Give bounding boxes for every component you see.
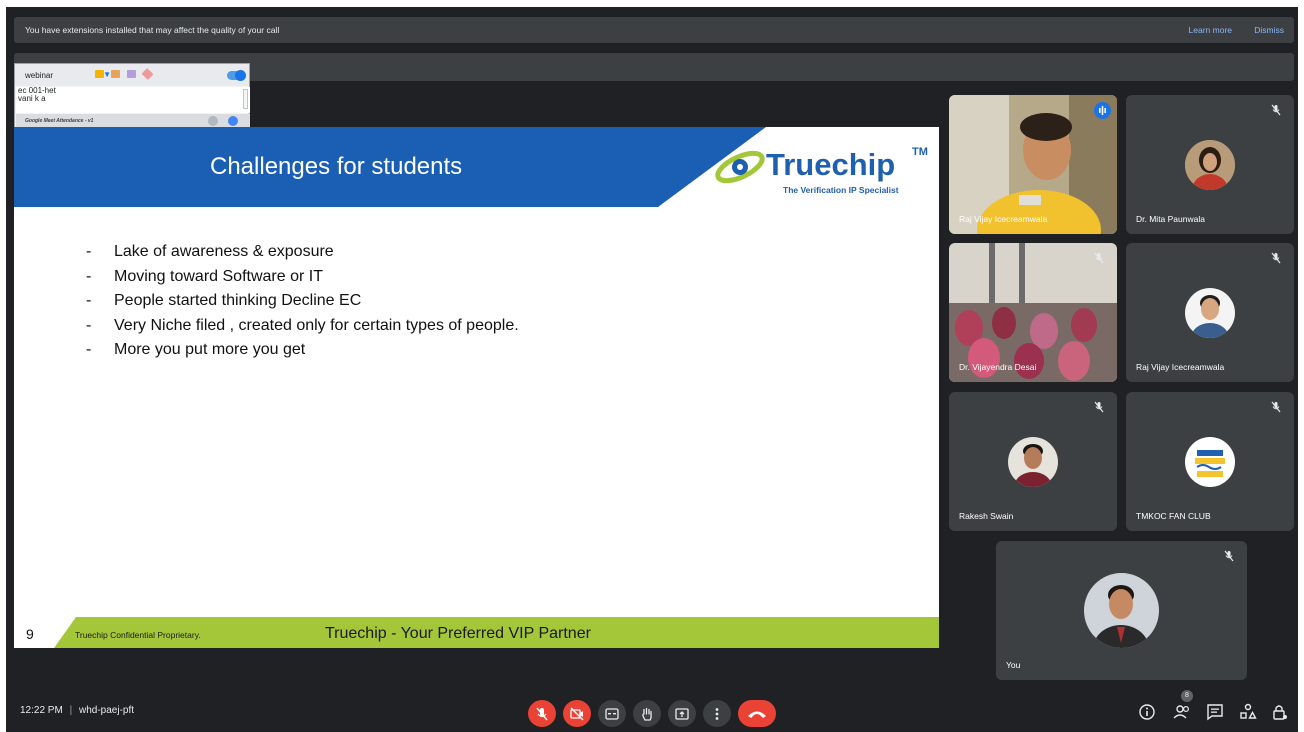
bullet-item: - People started thinking Decline EC — [86, 292, 362, 309]
logo-trademark: TM — [912, 146, 928, 158]
presentation-slide: Truechip TM The Verification IP Speciali… — [14, 127, 939, 648]
participant-name: Dr. Vijayendra Desai — [959, 362, 1037, 372]
attendance-entry: vani k a — [18, 94, 46, 103]
bullet-list: - Lake of awareness & exposure - Moving to… — [86, 240, 519, 363]
extension-warning-banner: You have extensions installed that may a… — [14, 17, 1294, 43]
more-options-button[interactable] — [703, 700, 731, 727]
people-button[interactable] — [1172, 702, 1192, 722]
slide-title: Challenges for students — [210, 153, 463, 180]
participant-tile[interactable]: Raj Vijay Icecreamwala — [949, 95, 1117, 234]
bullet-item: - Lake of awareness & exposure — [86, 243, 334, 260]
chat-icon — [1207, 704, 1223, 721]
participant-name: You — [1006, 660, 1021, 670]
meeting-info: 12:22 PM | whd-paej-pft — [20, 705, 134, 716]
confidential-notice: Truechip Confidential Proprietary. — [75, 630, 201, 640]
speaking-indicator-icon — [1094, 102, 1111, 119]
mic-off-icon — [1271, 252, 1281, 264]
attendance-extension-panel: webinar ▼ ec 001-het vani k a Google Mee… — [14, 63, 250, 129]
participant-name: Raj Vijay Icecreamwala — [1136, 362, 1225, 372]
self-tile[interactable]: You — [996, 541, 1247, 680]
participant-name: Raj Vijay Icecreamwala — [959, 214, 1048, 224]
mic-off-icon — [1094, 252, 1104, 264]
captions-button[interactable] — [598, 700, 626, 727]
lock-person-icon — [1273, 705, 1287, 720]
slide-header: Truechip TM The Verification IP Speciali… — [14, 127, 939, 207]
session-dropdown-value: webinar — [25, 71, 54, 80]
extension-footer: Google Meet Attendance - v1 — [16, 114, 250, 128]
bullet-item: - Very Niche filed , created only for cer… — [86, 316, 519, 334]
people-icon — [1173, 705, 1190, 719]
present-icon — [675, 708, 689, 720]
help-icon[interactable] — [228, 116, 238, 126]
export-icon[interactable] — [127, 70, 136, 78]
dismiss-button[interactable]: Dismiss — [1254, 25, 1284, 35]
meeting-details-button[interactable] — [1137, 702, 1157, 722]
hand-icon — [642, 707, 652, 721]
avatar — [1084, 573, 1159, 648]
banner-text: You have extensions installed that may a… — [25, 25, 280, 35]
tracking-toggle[interactable] — [227, 70, 246, 81]
chevron-down-icon: ▼ — [103, 70, 111, 79]
avatar — [1185, 140, 1235, 190]
chat-button[interactable] — [1205, 702, 1225, 722]
clear-icon[interactable] — [141, 67, 154, 81]
slide-tagline: Truechip - Your Preferred VIP Partner — [325, 625, 591, 642]
present-screen-button[interactable] — [668, 700, 696, 727]
leave-call-button[interactable] — [738, 700, 776, 727]
slide-page-number: 9 — [26, 626, 34, 642]
participant-name: Rakesh Swain — [959, 511, 1014, 521]
mic-off-icon — [1271, 401, 1281, 413]
meeting-code: whd-paej-pft — [78, 705, 135, 716]
microphone-button[interactable] — [528, 700, 556, 727]
activities-button[interactable] — [1238, 702, 1258, 722]
participant-tile[interactable]: Rakesh Swain — [949, 392, 1117, 531]
hang-up-icon — [748, 711, 766, 718]
raise-hand-button[interactable] — [633, 700, 661, 727]
folder-icon[interactable] — [95, 70, 104, 78]
participant-tile[interactable]: Dr. Vijayendra Desai — [949, 243, 1117, 382]
avatar — [1008, 437, 1058, 487]
closed-captions-icon — [605, 708, 619, 720]
bullet-item: - More you put more you get — [86, 341, 306, 358]
activities-icon — [1240, 703, 1257, 719]
attendance-list[interactable]: ec 001-het vani k a — [16, 87, 250, 113]
attendance-entry: ec 001-het — [18, 86, 56, 95]
people-count-badge: 8 — [1181, 690, 1193, 702]
logo-tagline: The Verification IP Specialist — [783, 185, 899, 195]
participant-tile[interactable]: Dr. Mita Paunwala — [1126, 95, 1294, 234]
current-time: 12:22 PM — [20, 705, 63, 716]
participant-tile[interactable]: TMKOC FAN CLUB — [1126, 392, 1294, 531]
meeting-controls-bar: 12:22 PM | whd-paej-pft 8 — [6, 688, 1298, 732]
mic-off-icon — [1224, 550, 1234, 562]
mic-off-icon — [536, 707, 548, 721]
info-separator: | — [69, 705, 73, 716]
more-vert-icon — [715, 708, 719, 720]
mic-off-icon — [1094, 401, 1104, 413]
mic-off-icon — [1271, 104, 1281, 116]
settings-icon[interactable] — [208, 116, 218, 126]
participant-tile[interactable]: Raj Vijay Icecreamwala — [1126, 243, 1294, 382]
extension-toolbar: webinar ▼ — [15, 64, 249, 86]
scrollbar[interactable] — [243, 89, 248, 109]
avatar — [1185, 437, 1235, 487]
avatar — [1185, 288, 1235, 338]
bullet-item: - Moving toward Software or IT — [86, 267, 323, 285]
delete-icon[interactable] — [111, 70, 120, 78]
participant-name: TMKOC FAN CLUB — [1136, 511, 1211, 521]
participant-name: Dr. Mita Paunwala — [1136, 214, 1205, 224]
camera-off-icon — [570, 707, 584, 721]
extension-title: Google Meet Attendance - v1 — [25, 118, 94, 124]
info-icon — [1139, 704, 1155, 720]
logo-wordmark: Truechip — [766, 147, 895, 182]
camera-button[interactable] — [563, 700, 591, 727]
learn-more-link[interactable]: Learn more — [1189, 25, 1232, 35]
host-controls-button[interactable] — [1270, 702, 1290, 722]
